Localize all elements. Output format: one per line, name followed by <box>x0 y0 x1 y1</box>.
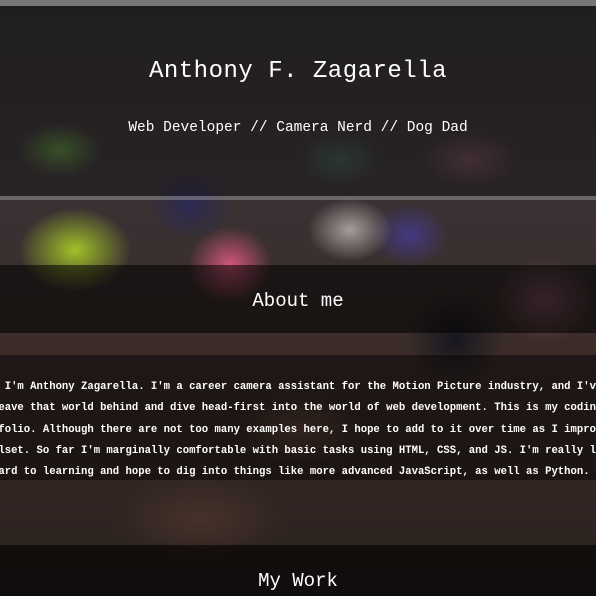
about-line: leave that world behind and dive head-fi… <box>0 402 596 415</box>
about-line: llset. So far I'm marginally comfortable… <box>0 444 596 457</box>
hero-overlay <box>0 6 596 196</box>
about-line: ward to learning and hope to dig into th… <box>0 466 590 479</box>
about-heading: About me <box>252 290 344 312</box>
about-paragraph: ! I'm Anthony Zagarella. I'm a career ca… <box>0 377 596 483</box>
about-line: ! I'm Anthony Zagarella. I'm a career ca… <box>0 381 596 393</box>
hero-divider <box>0 196 596 200</box>
site-title: Anthony F. Zagarella <box>148 58 448 85</box>
work-heading: My Work <box>258 570 338 592</box>
site-subtitle: Web Developer // Camera Nerd // Dog Dad <box>128 120 468 136</box>
about-line: tfolio. Although there are not too many … <box>0 423 596 436</box>
